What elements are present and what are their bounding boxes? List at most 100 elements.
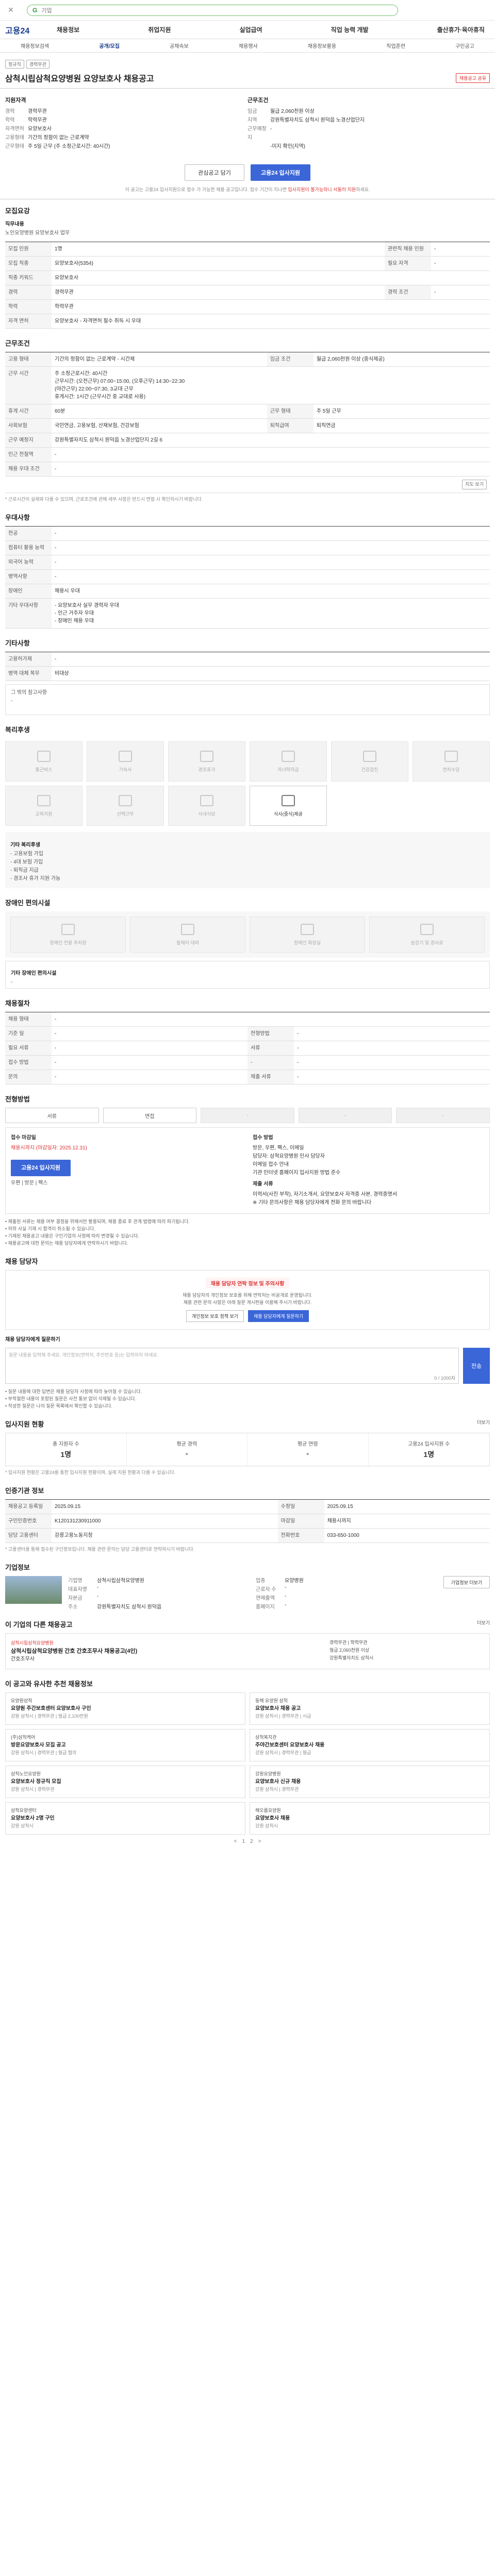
row-value: - xyxy=(52,1070,248,1084)
row-key: 근무 형태 xyxy=(267,404,314,419)
share-button[interactable]: 채용공고 공유 xyxy=(455,73,490,83)
summary-key: 지역 xyxy=(248,117,257,123)
welfare-icon xyxy=(37,794,51,806)
row-key: 필요 서류 xyxy=(5,1041,52,1056)
sub-nav-item[interactable]: 직업훈련 xyxy=(386,42,405,49)
company-value: 강원특별자치도 삼척시 원덕읍 xyxy=(97,1604,162,1610)
recommend-card[interactable]: 삼척요양센터 요양보호사 2명 구인 강원 삼척시 xyxy=(5,1802,245,1835)
recommend-card[interactable]: 해오름요양원 요양보호사 채용 강원 삼척시 xyxy=(250,1802,490,1835)
pager-item[interactable]: 1 xyxy=(242,1839,245,1844)
apply-button[interactable]: 고용24 입사지원 xyxy=(251,164,310,181)
row-key: 외국어 능력 xyxy=(5,555,52,570)
row-value: - xyxy=(52,1012,490,1027)
row-key: 고용 형태 xyxy=(5,352,52,367)
sub-nav-item[interactable]: 채용정보활용 xyxy=(308,42,336,49)
table-row: 채용공고 등록일 2025.09.15 수정일 2025.09.15 xyxy=(5,1499,490,1514)
table-row: 기준 일 - 전형방법 - xyxy=(5,1026,490,1041)
recommend-card[interactable]: 강원요양병원 요양보호사 신규 채용 강원 삼척시 | 경력무관 xyxy=(250,1766,490,1798)
recommend-meta: 강원 삼척시 xyxy=(255,1823,278,1828)
sub-nav-item[interactable]: 공개/모집 xyxy=(99,42,120,49)
welfare-label: 통근버스 xyxy=(35,767,53,772)
agency-note: * 고용센터를 통해 접수된 구인정보입니다. 채용 관련 문의는 담당 고용센… xyxy=(5,1547,195,1552)
row-key: 모집 직종 xyxy=(5,256,52,271)
apply-bar: 관심공고 담기 고용24 입사지원 xyxy=(0,156,495,186)
main-nav-item[interactable]: 채용정보 xyxy=(52,25,85,34)
qa-form-title: 채용 담당자에게 질문하기 xyxy=(5,1337,60,1343)
page: ✕ G 기업 고용24 채용정보 취업지원 실업급여 직업 능력 개발 출산휴가·육아휴… xyxy=(0,0,495,1852)
welfare-tile: 교육지원 xyxy=(5,786,82,826)
welfare-tiles: 통근버스 기숙사 경조휴가 자녀학자금 건강검진 연차수당 교육지원 선택근무 사내식당 식사(중… xyxy=(5,738,490,829)
table-row: 자격 면허 요양보호사 - 자격면허 필수 취득 시 우대 xyxy=(5,314,490,329)
summary-row: 임금 월급 2,060천원 이상 xyxy=(248,107,490,116)
search-box[interactable]: G 기업 xyxy=(27,4,398,16)
row-value: - xyxy=(52,526,490,541)
recommend-card[interactable]: 동해 요양원 삼척 요양보호사 채용 공고 강원 삼척시 | 경력무관 | 시급 xyxy=(250,1692,490,1725)
row-key: 모집 인원 xyxy=(5,242,52,257)
summary-value: 기간의 정함이 없는 근로계약 xyxy=(28,135,89,141)
recommend-card[interactable]: (주)삼척케어 방문요양보호사 모집 공고 강원 삼척시 | 경력무관 | 월급 협… xyxy=(5,1729,245,1761)
stats-title: 입사지원 현황 xyxy=(5,1420,44,1428)
table-row: 고용 형태 기간의 정함이 없는 근로계약 - 시간제 임금 조건 월급 2,060천… xyxy=(5,352,490,367)
similar-more-link[interactable]: 더보기 xyxy=(477,1619,490,1629)
welfare-section: 복리후생 통근버스 기숙사 경조휴가 자녀학자금 건강검진 연차수당 교육지원 선택근무 사내식… xyxy=(0,718,495,891)
summary-key xyxy=(248,142,270,151)
similar-job-card[interactable]: 삼척시립삼척요양병원 삼척시립삼척요양병원 간호 간호조무사 채용공고(4인) … xyxy=(5,1633,490,1669)
recommend-meta: 강원 삼척시 xyxy=(11,1823,34,1828)
company-value: - xyxy=(97,1585,99,1590)
welfare-icon xyxy=(363,750,376,762)
recommend-card[interactable]: 요양원삼척 요양원 주간보호센터 요양보호사 구인 강원 삼척시 | 경력무관 | … xyxy=(5,1692,245,1725)
table-row: 인근 전철역 - xyxy=(5,447,490,462)
row-value: 강릉고용노동지청 xyxy=(52,1528,278,1543)
sub-nav-item[interactable]: 공채속보 xyxy=(170,42,189,49)
main-nav-item[interactable]: 취업지원 xyxy=(143,25,176,34)
table-row: 근무 예정지 강원특별자치도 삼척시 원덕읍 노경산업단지 2길 6 xyxy=(5,433,490,448)
ask-manager-button[interactable]: 채용 담당자에게 질문하기 xyxy=(248,1310,309,1322)
sub-nav-item[interactable]: 구인공고 xyxy=(455,42,474,49)
apply-method-button[interactable]: 고용24 입사지원 xyxy=(11,1160,71,1176)
close-icon[interactable]: ✕ xyxy=(5,5,16,16)
site-header: 고용24 채용정보 취업지원 실업급여 직업 능력 개발 출산휴가·육아휴직 xyxy=(0,21,495,39)
summary-key: 근무예정지 xyxy=(248,126,267,141)
qa-section: 채용 담당자 채용 담당자 연락 정보 및 주의사항 채용 담당자의 개인정보 … xyxy=(0,1250,495,1413)
apply-method-line: 담당자: 삼척요양병원 인사 담당자 xyxy=(253,1154,325,1159)
row-key: 채용 우대 조건 xyxy=(5,462,52,477)
qa-send-button[interactable]: 전송 xyxy=(463,1348,490,1384)
disability-section: 장애인 편의시설 장애인 전용 주차장 휠체어 대여 장애인 화장실 승강기 및 경사… xyxy=(0,891,495,992)
map-button[interactable]: 지도 보기 xyxy=(462,480,487,489)
apply-method-right: 접수 방법 방문, 우편, 팩스, 이메일 담당자: 삼척요양병원 인사 담당자 이… xyxy=(253,1134,484,1207)
company-more-button[interactable]: 기업정보 더보기 xyxy=(443,1576,490,1588)
main-nav-item[interactable]: 직업 능력 개발 xyxy=(326,25,374,34)
row-action: 지도 보기 xyxy=(5,476,490,493)
sub-nav-item[interactable]: 채용정보검색 xyxy=(21,42,49,49)
recommend-title: 방문요양보호사 모집 공고 xyxy=(11,1742,66,1748)
recommend-card[interactable]: 삼척노인요양원 요양보호사 정규직 모집 강원 삼척시 | 경력무관 xyxy=(5,1766,245,1798)
row-value: - xyxy=(431,285,490,300)
row-key: - xyxy=(248,1055,294,1070)
conditions-note: * 근로시간이 실제와 다를 수 있으며, 근로조건에 관해 세부 사항은 반드… xyxy=(5,497,203,502)
privacy-policy-button[interactable]: 개인정보 보호 정책 보기 xyxy=(186,1310,244,1322)
stats-more-link[interactable]: 더보기 xyxy=(477,1419,490,1429)
sub-nav-item[interactable]: 채용행사 xyxy=(239,42,258,49)
main-nav-item[interactable]: 출산휴가·육아휴직 xyxy=(432,25,490,34)
apply-doc-line: 이력서(사진 부착), 자기소개서, 요양보호사 자격증 사본, 경력증명서 xyxy=(253,1192,398,1197)
row-value: - xyxy=(52,1026,248,1041)
pager-item[interactable]: 2 xyxy=(250,1839,253,1844)
recommend-card[interactable]: 삼척복지관 주야간보호센터 요양보호사 채용 강원 삼척시 | 경력무관 | 월급 xyxy=(250,1729,490,1761)
table-row: 경력 경력무관 경력 조건 - xyxy=(5,285,490,300)
disability-box: 장애인 전용 주차장 휠체어 대여 장애인 화장실 승강기 및 경사로 xyxy=(5,911,490,958)
main-nav-item[interactable]: 실업급여 xyxy=(234,25,267,34)
row-value: - xyxy=(431,256,490,271)
pager-item[interactable]: > xyxy=(258,1839,261,1844)
welfare-label: 선택근무 xyxy=(117,811,134,817)
row-key: 전공 xyxy=(5,526,52,541)
table-row: 모집 인원 1명 관련직 채용 인원 - xyxy=(5,242,490,257)
row-value: - xyxy=(294,1070,490,1084)
table-row: 채용 우대 조건 - xyxy=(5,462,490,477)
pager-item[interactable]: < xyxy=(234,1839,237,1844)
disability-title: 장애인 편의시설 xyxy=(5,899,51,907)
welfare-tile: 사내식당 xyxy=(168,786,245,826)
site-logo[interactable]: 고용24 xyxy=(5,24,46,36)
qa-textarea[interactable]: 질문 내용을 입력해 주세요. 개인정보(연락처, 주민번호 등)는 입력하지 … xyxy=(5,1348,459,1384)
interest-button[interactable]: 관심공고 담기 xyxy=(185,164,244,181)
recommend-meta: 강원 삼척시 | 경력무관 | 월급 xyxy=(255,1750,311,1755)
